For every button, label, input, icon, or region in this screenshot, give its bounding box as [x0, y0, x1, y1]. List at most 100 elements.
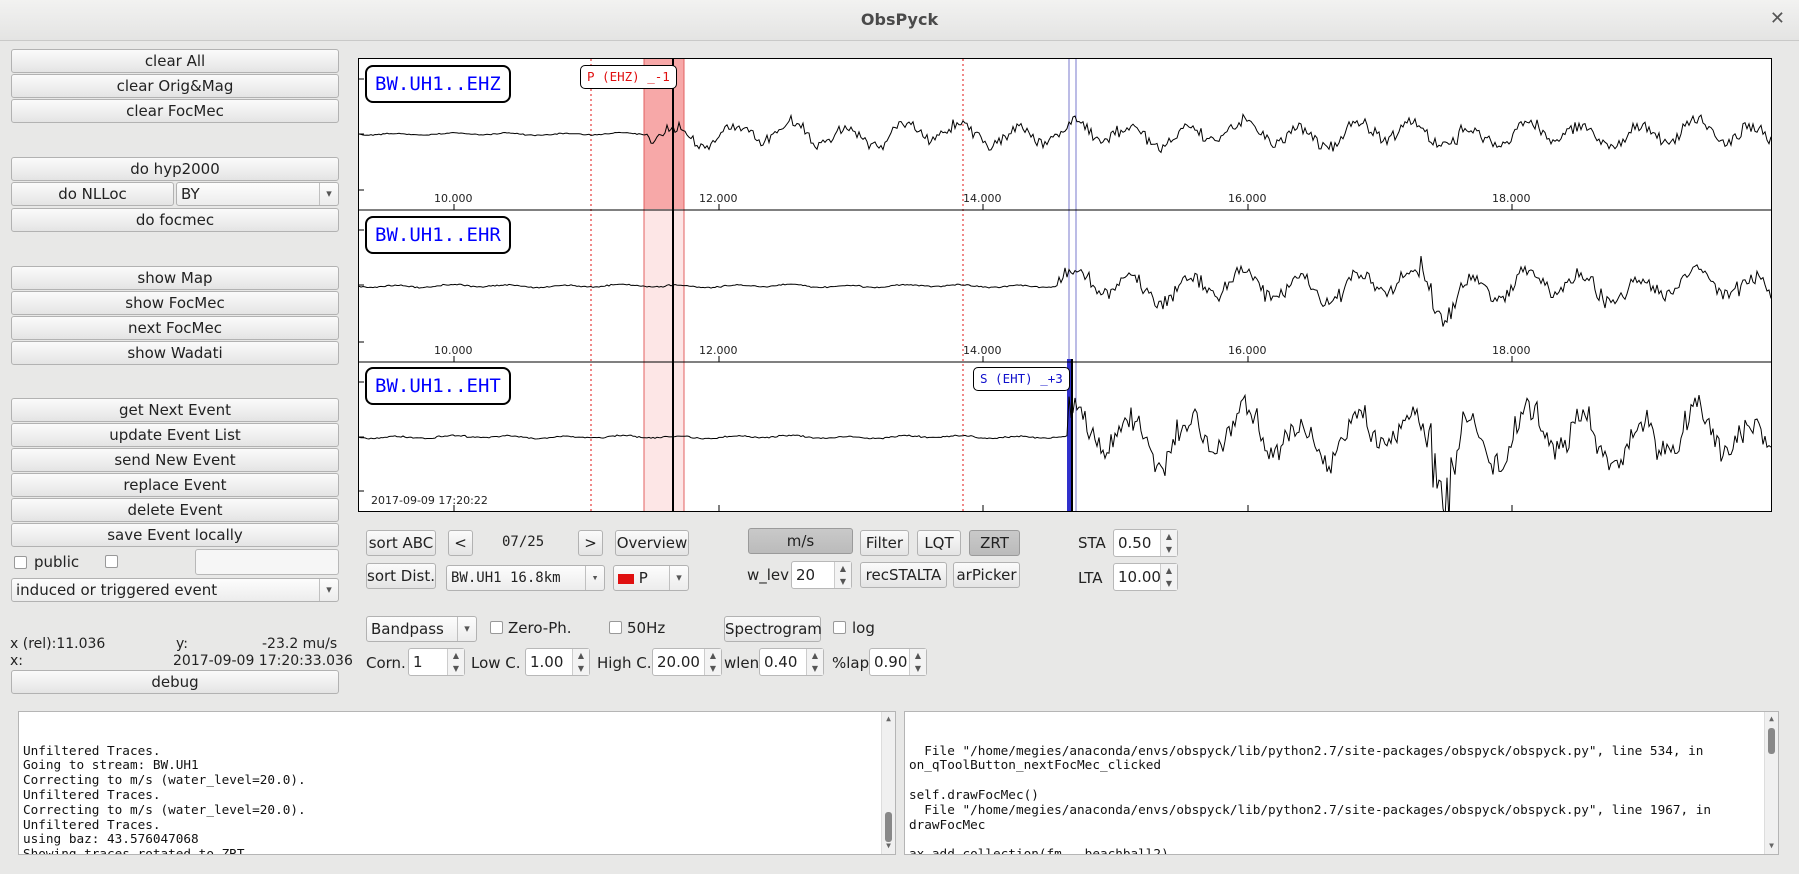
- next-focmec-button[interactable]: next FocMec: [11, 316, 339, 340]
- 50hz-label: 50Hz: [627, 619, 666, 637]
- scroll-down-icon[interactable]: ▼: [882, 839, 895, 854]
- show-wadati-button[interactable]: show Wadati: [11, 341, 339, 365]
- overlap-spinbox[interactable]: 0.90 ▲ ▼: [869, 648, 927, 676]
- close-icon[interactable]: ✕: [1770, 8, 1785, 29]
- seismogram-canvas[interactable]: [359, 59, 1771, 511]
- phase-select[interactable]: P ▾: [613, 565, 689, 591]
- arpicker-button[interactable]: arPicker: [953, 562, 1020, 588]
- chevron-down-icon: ▾: [319, 183, 338, 205]
- do-focmec-button[interactable]: do focmec: [11, 208, 339, 232]
- tick-label: 12.000: [699, 192, 738, 205]
- seismic-trace: [359, 112, 1771, 154]
- show-focmec-button[interactable]: show FocMec: [11, 291, 339, 315]
- spin-arrows-icon[interactable]: ▲ ▼: [806, 649, 823, 675]
- error-console[interactable]: File "/home/megies/anaconda/envs/obspyck…: [904, 711, 1779, 855]
- log-label: log: [852, 619, 875, 637]
- filter-type-select[interactable]: Bandpass ▾: [366, 616, 477, 642]
- corner-spinbox[interactable]: 1 ▲ ▼: [408, 648, 465, 676]
- tick-label: 14.000: [963, 192, 1002, 205]
- sta-label: STA: [1078, 534, 1106, 552]
- save-event-locally-button[interactable]: save Event locally: [11, 523, 339, 547]
- filter-button[interactable]: Filter: [860, 530, 909, 556]
- spin-arrows-icon[interactable]: ▲ ▼: [909, 649, 926, 675]
- x-readout: 2017-09-09 17:20:33.036: [173, 653, 353, 669]
- sta-spinbox[interactable]: 0.50 ▲ ▼: [1113, 529, 1178, 557]
- public-checkbox[interactable]: [14, 556, 27, 569]
- tick-label: 16.000: [1228, 344, 1267, 357]
- lta-spinbox[interactable]: 10.00 ▲ ▼: [1113, 563, 1178, 591]
- spin-arrows-icon[interactable]: ▲ ▼: [447, 649, 464, 675]
- extra-checkbox[interactable]: [105, 555, 118, 568]
- zero-phase-checkbox[interactable]: [490, 621, 503, 634]
- 50hz-checkbox[interactable]: [609, 621, 622, 634]
- sort-abc-button[interactable]: sort ABC: [366, 530, 436, 556]
- low-corner-spinbox[interactable]: 1.00 ▲ ▼: [525, 648, 590, 676]
- scroll-down-icon[interactable]: ▼: [1765, 839, 1778, 854]
- clear-focmec-button[interactable]: clear FocMec: [11, 99, 339, 123]
- tick-label: 14.000: [963, 344, 1002, 357]
- lqt-button[interactable]: LQT: [917, 530, 961, 556]
- scroll-thumb[interactable]: [1768, 728, 1775, 754]
- public-label: public: [34, 553, 80, 571]
- do-nlloc-button[interactable]: do NLLoc: [11, 182, 174, 206]
- w-lev-label: w_lev: [747, 566, 790, 584]
- filter-type-value: Bandpass: [371, 620, 444, 638]
- prev-button[interactable]: <: [448, 530, 473, 556]
- show-map-button[interactable]: show Map: [11, 266, 339, 290]
- next-button[interactable]: >: [578, 530, 603, 556]
- x-rel-readout: x (rel):11.036: [10, 636, 106, 652]
- spin-arrows-icon[interactable]: ▲ ▼: [572, 649, 589, 675]
- tick-label: 18.000: [1492, 344, 1531, 357]
- tick-label: 12.000: [699, 344, 738, 357]
- clear-orig-mag-button[interactable]: clear Orig&Mag: [11, 74, 339, 98]
- update-event-list-button[interactable]: update Event List: [11, 423, 339, 447]
- w-lev-spinbox[interactable]: 20 ▲ ▼: [791, 561, 852, 589]
- seismogram-plot[interactable]: BW.UH1..EHZ BW.UH1..EHR BW.UH1..EHT P (E…: [358, 58, 1772, 512]
- log-checkbox[interactable]: [833, 621, 846, 634]
- s-pick-label: S (EHT) _+3: [973, 367, 1070, 391]
- spin-arrows-icon[interactable]: ▲ ▼: [1160, 530, 1177, 556]
- chevron-down-icon: ▾: [457, 617, 476, 641]
- scroll-up-icon[interactable]: ▲: [882, 712, 895, 727]
- chevron-down-icon: ▾: [319, 579, 338, 601]
- y-readout: -23.2 mu/s: [262, 636, 338, 652]
- get-next-event-button[interactable]: get Next Event: [11, 398, 339, 422]
- window-title: ObsPyck: [860, 10, 939, 29]
- wlen-label: wlen: [724, 654, 760, 672]
- spin-arrows-icon[interactable]: ▲ ▼: [704, 649, 721, 675]
- units-button[interactable]: m/s: [748, 528, 853, 554]
- scroll-thumb[interactable]: [885, 812, 892, 842]
- send-new-event-button[interactable]: send New Event: [11, 448, 339, 472]
- overlap-value: 0.90: [874, 653, 908, 671]
- sort-dist-button[interactable]: sort Dist.: [366, 563, 436, 589]
- event-type-select[interactable]: induced or triggered event ▾: [11, 578, 339, 602]
- chevron-down-icon: ▾: [585, 566, 604, 590]
- nlloc-model-select[interactable]: BY ▾: [176, 182, 339, 206]
- log-console-scrollbar[interactable]: ▲ ▼: [881, 712, 895, 854]
- scroll-up-icon[interactable]: ▲: [1765, 712, 1778, 727]
- replace-event-button[interactable]: replace Event: [11, 473, 339, 497]
- overview-button[interactable]: Overview: [615, 530, 689, 556]
- w-lev-value: 20: [796, 566, 816, 584]
- spin-arrows-icon[interactable]: ▲ ▼: [834, 562, 851, 588]
- delete-event-button[interactable]: delete Event: [11, 498, 339, 522]
- error-console-text: File "/home/megies/anaconda/envs/obspyck…: [909, 742, 1712, 855]
- overlap-label: %lap: [832, 654, 870, 672]
- high-corner-spinbox[interactable]: 20.00 ▲ ▼: [652, 648, 722, 676]
- error-console-scrollbar[interactable]: ▲ ▼: [1764, 712, 1778, 854]
- spin-arrows-icon[interactable]: ▲ ▼: [1160, 564, 1177, 590]
- spectrogram-button[interactable]: Spectrogram: [724, 616, 822, 642]
- high-corner-label: High C.: [597, 654, 652, 672]
- station-select-value: BW.UH1 16.8km: [451, 570, 561, 586]
- station-select[interactable]: BW.UH1 16.8km ▾: [446, 565, 605, 591]
- debug-button[interactable]: debug: [11, 670, 339, 694]
- wlen-spinbox[interactable]: 0.40 ▲ ▼: [759, 648, 824, 676]
- zero-phase-label: Zero-Ph.: [508, 619, 572, 637]
- clear-all-button[interactable]: clear All: [11, 49, 339, 73]
- zrt-button[interactable]: ZRT: [969, 530, 1020, 556]
- do-hyp2000-button[interactable]: do hyp2000: [11, 157, 339, 181]
- log-console[interactable]: Unfiltered Traces. Going to stream: BW.U…: [18, 711, 896, 855]
- recstalta-button[interactable]: recSTALTA: [860, 562, 947, 588]
- low-corner-value: 1.00: [530, 653, 564, 671]
- event-id-field[interactable]: [195, 549, 339, 575]
